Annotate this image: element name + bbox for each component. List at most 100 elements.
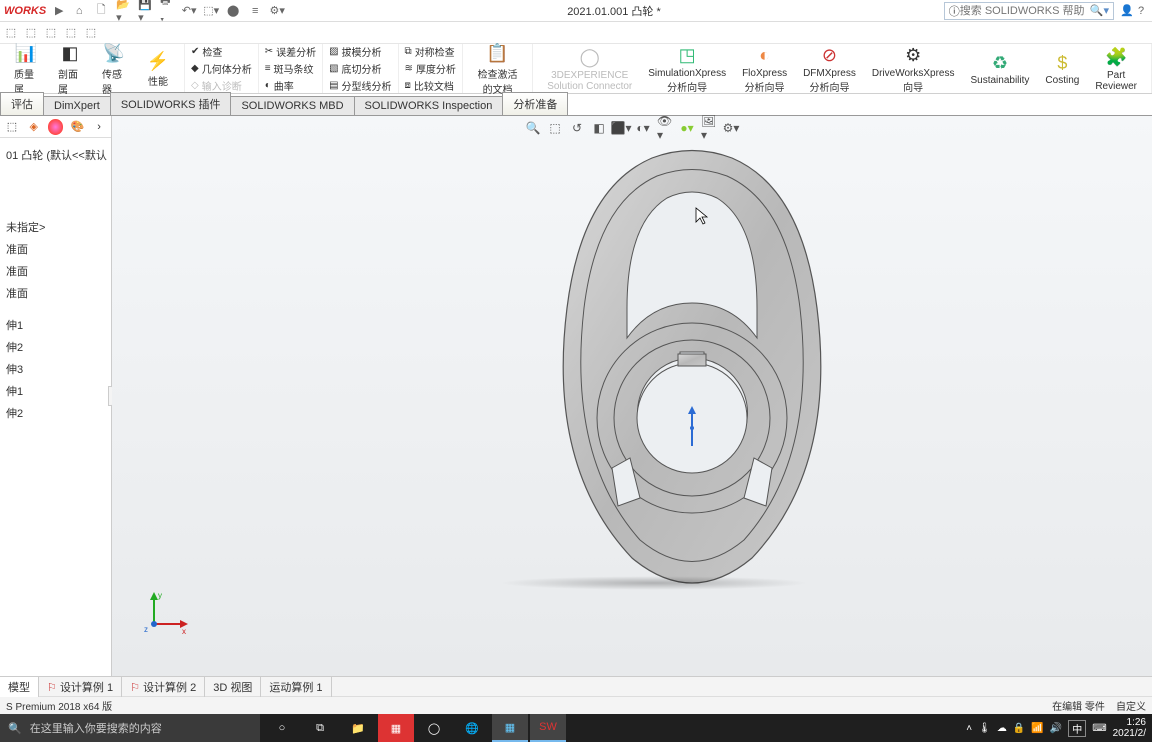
title-bar: WORKS ▶ ⌂ 🗋 📂▾ 💾▾ 🖶▾ ↶▾ ⬚▾ ⬤ ≡ ⚙▾ 2021.0… <box>0 0 1152 22</box>
tray-keyboard-icon[interactable]: ⌨ <box>1092 723 1106 734</box>
save-icon[interactable]: 💾▾ <box>138 4 152 18</box>
arrow-right-icon[interactable]: ▶ <box>52 4 66 18</box>
undo-icon[interactable]: ↶▾ <box>182 4 196 18</box>
btab-study-1[interactable]: ⚐ 设计算例 1 <box>39 677 122 697</box>
tree-plane-3[interactable]: 准面 <box>4 282 107 304</box>
btab-motion-1[interactable]: 运动算例 1 <box>261 677 331 697</box>
draft-cmd[interactable]: ▨ 拔模分析 <box>329 44 391 59</box>
taskbar-app-red[interactable]: ▦ <box>378 714 414 742</box>
costing[interactable]: $Costing <box>1037 49 1087 88</box>
label: DriveWorksXpress 向导 <box>872 68 955 94</box>
tab-addins[interactable]: SOLIDWORKS 插件 <box>110 92 232 115</box>
symmetry-cmd[interactable]: ⧉ 对称检查 <box>405 44 456 59</box>
help-question-icon[interactable]: ? <box>1134 4 1148 18</box>
more-tab-icon[interactable]: › <box>91 119 107 135</box>
thickness-cmd[interactable]: ≋ 厚度分析 <box>405 61 456 76</box>
taskbar-solidworks[interactable]: SW <box>530 714 566 742</box>
qa-icon-2[interactable]: ⬚ <box>24 26 38 40</box>
rebuild-icon[interactable]: ⬤ <box>226 4 240 18</box>
check-active-doc[interactable]: 📋检查激活的文档 <box>469 40 526 98</box>
tab-analysis-prep[interactable]: 分析准备 <box>502 92 568 115</box>
geom-cmd[interactable]: ◆ 几何体分析 <box>191 61 252 76</box>
tree-extrude-5[interactable]: 伸2 <box>4 402 107 424</box>
help-search[interactable]: ⓘ 🔍▾ <box>944 2 1114 20</box>
tray-ime[interactable]: 中 <box>1068 720 1086 737</box>
dfm-xpress[interactable]: ⊘DFMXpress 分析向导 <box>795 42 864 96</box>
tree-plane-2[interactable]: 准面 <box>4 260 107 282</box>
tray-cloud-icon[interactable]: ☁ <box>997 723 1007 734</box>
curvature-cmd[interactable]: ◐ 曲率 <box>265 78 316 93</box>
select-icon[interactable]: ⬚▾ <box>204 4 218 18</box>
taskbar-app-circle[interactable]: ◯ <box>416 714 452 742</box>
tray-up-icon[interactable]: ˄ <box>966 723 972 734</box>
driveworks-xpress[interactable]: ⚙DriveWorksXpress 向导 <box>864 42 963 96</box>
new-icon[interactable]: 🗋 <box>94 4 108 18</box>
deviation-cmd[interactable]: ✂ 误差分析 <box>265 44 316 59</box>
help-search-input[interactable] <box>960 5 1090 17</box>
tray-wifi-icon[interactable]: 📶 <box>1031 723 1043 734</box>
taskbar-cortana[interactable]: ○ <box>264 714 300 742</box>
print-icon[interactable]: 🖶▾ <box>160 4 174 18</box>
qa-icon-3[interactable]: ⬚ <box>44 26 58 40</box>
tray-lock-icon[interactable]: 🔒 <box>1013 723 1025 734</box>
label: Costing <box>1045 75 1079 86</box>
section-prop[interactable]: ◧剖面属 <box>50 40 90 98</box>
taskbar-search[interactable]: 🔍 在这里输入你要搜索的内容 <box>0 714 260 742</box>
performance[interactable]: ⚡性能 <box>138 47 178 90</box>
tree-unspecified[interactable]: 未指定> <box>4 216 107 238</box>
btab-model[interactable]: 模型 <box>0 677 39 697</box>
label: 曲率 <box>274 78 294 93</box>
display-tab-icon[interactable] <box>48 119 64 135</box>
zebra-cmd[interactable]: ≡ 斑马条纹 <box>265 61 316 76</box>
config-tab-icon[interactable]: ◈ <box>26 119 42 135</box>
label: SimulationXpress 分析向导 <box>648 68 726 94</box>
tray-temp-icon[interactable]: 🌡 <box>978 723 991 734</box>
mass-prop[interactable]: 📊质量属 <box>6 40 46 98</box>
tree-extrude-2[interactable]: 伸2 <box>4 336 107 358</box>
main-area: ⬚ ◈ 🎨 › 01 凸轮 (默认<<默认> 未指定> 准面 准面 准面 伸1 … <box>0 116 1152 676</box>
options-icon[interactable]: ≡ <box>248 4 262 18</box>
tree-root[interactable]: 01 凸轮 (默认<<默认> <box>4 144 107 166</box>
search-icon[interactable]: 🔍▾ <box>1090 4 1109 17</box>
btab-study-2[interactable]: ⚐ 设计算例 2 <box>122 677 205 697</box>
taskbar-app-blue[interactable]: ▦ <box>492 714 528 742</box>
part-reviewer[interactable]: 🧩Part Reviewer <box>1087 44 1145 94</box>
qa-icon-1[interactable]: ⬚ <box>4 26 18 40</box>
graphics-viewport[interactable]: 🔍 ⬚ ↺ ◧ ⬛▾ ◐▾ 👁▾ ●▾ 🖼▾ ⚙▾ <box>112 116 1152 676</box>
home-icon[interactable]: ⌂ <box>72 4 86 18</box>
tree-plane-1[interactable]: 准面 <box>4 238 107 260</box>
sustainability[interactable]: ♻Sustainability <box>962 49 1037 88</box>
undercut-cmd[interactable]: ▧ 底切分析 <box>329 61 391 76</box>
parting-cmd[interactable]: ▤ 分型线分析 <box>329 78 391 93</box>
check-cmd[interactable]: ✔ 检查 <box>191 44 252 59</box>
view-triad[interactable]: y x z <box>142 586 192 636</box>
qa-icon-4[interactable]: ⬚ <box>64 26 78 40</box>
tab-mbd[interactable]: SOLIDWORKS MBD <box>230 96 354 115</box>
simulation-xpress[interactable]: ◳SimulationXpress 分析向导 <box>640 42 734 96</box>
gear-icon[interactable]: ⚙▾ <box>270 4 284 18</box>
taskbar-taskview[interactable]: ⧉ <box>302 714 338 742</box>
ribbon-xpress: ◯3DEXPERIENCE Solution Connector ◳Simula… <box>533 44 1152 93</box>
appearance-tab-icon[interactable]: 🎨 <box>69 119 85 135</box>
user-icon[interactable]: 👤 <box>1120 4 1134 18</box>
compare-cmd[interactable]: ⧈ 比较文档 <box>405 78 456 93</box>
tab-dimxpert[interactable]: DimXpert <box>43 96 111 115</box>
qa-icon-5[interactable]: ⬚ <box>84 26 98 40</box>
tab-evaluate[interactable]: 评估 <box>0 92 44 115</box>
bottom-view-tabs: 模型 ⚐ 设计算例 1 ⚐ 设计算例 2 3D 视图 运动算例 1 <box>0 676 1152 696</box>
model-shadow <box>499 576 809 590</box>
taskbar-browser[interactable]: 🌐 <box>454 714 490 742</box>
label: 设计算例 1 <box>60 682 113 694</box>
flo-xpress[interactable]: ◐FloXpress 分析向导 <box>734 42 795 96</box>
tree-extrude-3[interactable]: 伸3 <box>4 358 107 380</box>
tab-inspection[interactable]: SOLIDWORKS Inspection <box>354 96 504 115</box>
btab-3dview[interactable]: 3D 视图 <box>205 677 261 697</box>
sensor[interactable]: 📡传感器 <box>94 40 134 98</box>
tree-extrude-4[interactable]: 伸1 <box>4 380 107 402</box>
tray-clock[interactable]: 1:26 2021/2/ <box>1113 717 1146 739</box>
open-icon[interactable]: 📂▾ <box>116 4 130 18</box>
tray-sound-icon[interactable]: 🔊 <box>1050 723 1062 734</box>
tree-tab-icon[interactable]: ⬚ <box>4 119 20 135</box>
tree-extrude-1[interactable]: 伸1 <box>4 314 107 336</box>
taskbar-explorer[interactable]: 📁 <box>340 714 376 742</box>
